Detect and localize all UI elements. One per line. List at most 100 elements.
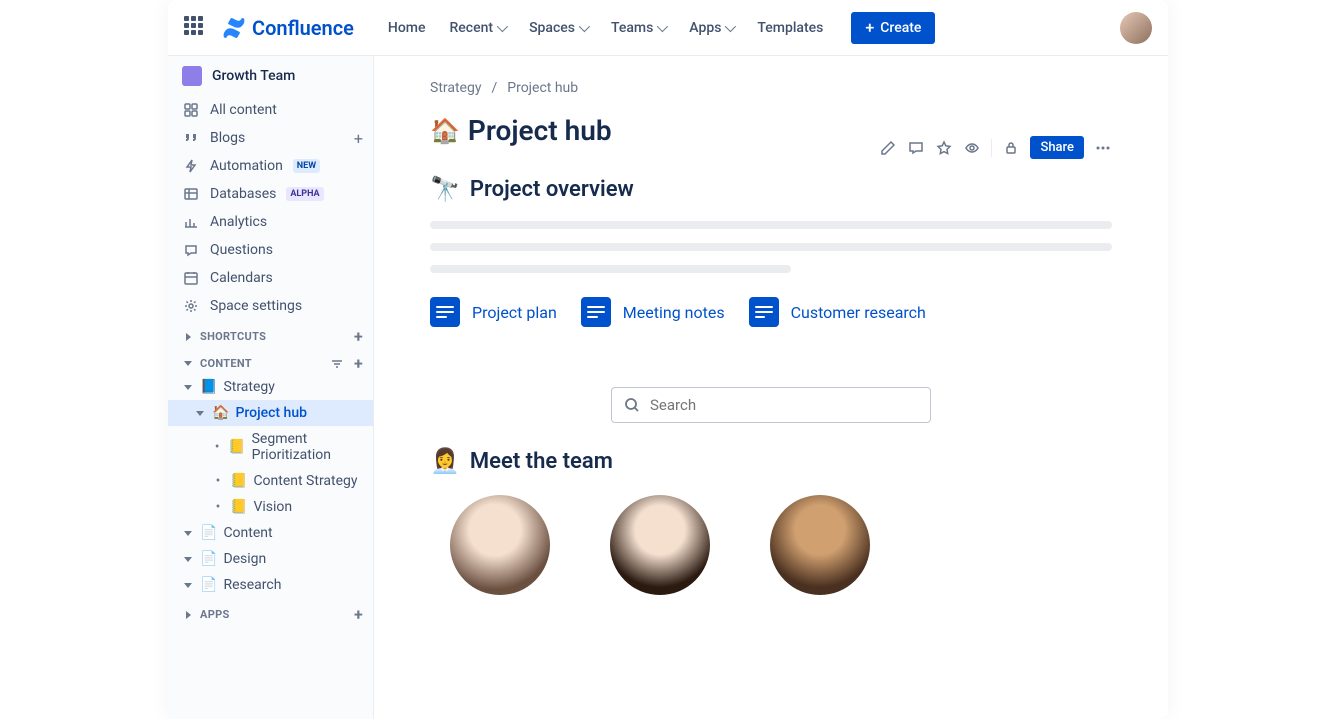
top-navigation: Confluence Home Recent Spaces Teams Apps… bbox=[168, 0, 1168, 56]
watch-icon[interactable] bbox=[963, 139, 981, 157]
bullet-icon: • bbox=[212, 439, 222, 455]
more-icon[interactable] bbox=[1094, 139, 1112, 157]
sidebar-item-questions[interactable]: Questions bbox=[168, 236, 373, 264]
sidebar-item-blogs[interactable]: Blogs + bbox=[168, 124, 373, 152]
nav-templates[interactable]: Templates bbox=[747, 14, 833, 42]
gear-icon bbox=[182, 298, 200, 314]
sidebar-item-all-content[interactable]: All content bbox=[168, 96, 373, 124]
app-switcher-icon[interactable] bbox=[184, 16, 208, 40]
page-icon bbox=[749, 297, 779, 327]
sidebar-item-calendars[interactable]: Calendars bbox=[168, 264, 373, 292]
disclosure-icon[interactable] bbox=[182, 358, 194, 370]
create-button[interactable]: + Create bbox=[851, 12, 935, 44]
alpha-badge: ALPHA bbox=[286, 187, 323, 201]
nav-home[interactable]: Home bbox=[378, 14, 436, 42]
page-emoji: 📒 bbox=[230, 473, 247, 489]
tree-item-design[interactable]: 📄 Design bbox=[168, 546, 373, 572]
disclosure-icon[interactable] bbox=[182, 527, 194, 539]
disclosure-icon[interactable] bbox=[182, 553, 194, 565]
tree-item-content-strategy[interactable]: • 📒 Content Strategy bbox=[168, 468, 373, 494]
chevron-down-icon bbox=[579, 20, 590, 31]
search-input[interactable] bbox=[650, 396, 918, 414]
chevron-down-icon bbox=[725, 20, 736, 31]
add-icon[interactable]: + bbox=[354, 129, 363, 148]
filter-icon[interactable] bbox=[331, 358, 343, 370]
add-icon[interactable]: + bbox=[354, 605, 363, 624]
comment-icon[interactable] bbox=[907, 139, 925, 157]
bullet-icon: • bbox=[212, 473, 224, 489]
breadcrumb-parent[interactable]: Strategy bbox=[430, 80, 481, 96]
comment-icon bbox=[182, 242, 200, 258]
tree-item-research[interactable]: 📄 Research bbox=[168, 572, 373, 598]
team-member-avatar[interactable] bbox=[770, 495, 870, 595]
card-project-plan[interactable]: Project plan bbox=[430, 297, 557, 327]
sidebar-section-shortcuts: SHORTCUTS + bbox=[168, 320, 373, 347]
search-icon bbox=[624, 397, 640, 413]
edit-icon[interactable] bbox=[879, 139, 897, 157]
breadcrumb: Strategy / Project hub bbox=[430, 80, 1112, 96]
section-emoji: 🔭 bbox=[430, 175, 460, 203]
search-box[interactable] bbox=[611, 387, 931, 423]
tree-item-project-hub[interactable]: 🏠 Project hub bbox=[168, 400, 373, 426]
skeleton-line bbox=[430, 243, 1112, 251]
add-icon[interactable]: + bbox=[354, 354, 363, 373]
tree-item-segment-prioritization[interactable]: • 📒 Segment Prioritization bbox=[168, 426, 373, 468]
skeleton-line bbox=[430, 265, 791, 273]
sidebar-item-automation[interactable]: Automation NEW bbox=[168, 152, 373, 180]
page-icon bbox=[581, 297, 611, 327]
card-customer-research[interactable]: Customer research bbox=[749, 297, 926, 327]
card-meeting-notes[interactable]: Meeting notes bbox=[581, 297, 725, 327]
bolt-icon bbox=[182, 158, 200, 174]
sidebar-item-analytics[interactable]: Analytics bbox=[168, 208, 373, 236]
section-project-overview: 🔭 Project overview bbox=[430, 175, 1112, 203]
tree-item-content[interactable]: 📄 Content bbox=[168, 520, 373, 546]
share-button[interactable]: Share bbox=[1030, 136, 1084, 159]
page-title-emoji: 🏠 bbox=[430, 117, 460, 145]
space-header[interactable]: Growth Team bbox=[168, 56, 373, 96]
sidebar-section-content: CONTENT + bbox=[168, 347, 373, 374]
tree-item-strategy[interactable]: 📘 Strategy bbox=[168, 374, 373, 400]
page-emoji: 📒 bbox=[230, 499, 247, 515]
new-badge: NEW bbox=[293, 159, 320, 173]
grid-icon bbox=[182, 102, 200, 118]
section-emoji: 👩‍💼 bbox=[430, 447, 460, 475]
space-icon bbox=[182, 66, 202, 86]
sidebar-item-databases[interactable]: Databases ALPHA bbox=[168, 180, 373, 208]
lock-icon[interactable] bbox=[1002, 139, 1020, 157]
disclosure-icon[interactable] bbox=[182, 331, 194, 343]
sidebar-item-space-settings[interactable]: Space settings bbox=[168, 292, 373, 320]
add-icon[interactable]: + bbox=[354, 327, 363, 346]
team-member-avatar[interactable] bbox=[450, 495, 550, 595]
bullet-icon: • bbox=[212, 499, 224, 515]
chevron-down-icon bbox=[657, 20, 668, 31]
page-emoji: 🏠 bbox=[212, 405, 229, 421]
space-name: Growth Team bbox=[212, 68, 295, 84]
nav-apps[interactable]: Apps bbox=[679, 14, 743, 42]
plus-icon: + bbox=[865, 20, 874, 36]
disclosure-icon[interactable] bbox=[194, 407, 206, 419]
quote-icon bbox=[182, 130, 200, 146]
confluence-logo[interactable]: Confluence bbox=[222, 16, 354, 40]
page-emoji: 📘 bbox=[200, 379, 217, 395]
disclosure-icon[interactable] bbox=[182, 609, 194, 621]
nav-recent[interactable]: Recent bbox=[439, 14, 515, 42]
main-content: Strategy / Project hub Share 🏠 Project h… bbox=[374, 56, 1168, 719]
profile-avatar[interactable] bbox=[1120, 12, 1152, 44]
page-emoji: 📄 bbox=[200, 525, 217, 541]
star-icon[interactable] bbox=[935, 139, 953, 157]
disclosure-icon[interactable] bbox=[182, 579, 194, 591]
page-emoji: 📒 bbox=[228, 439, 245, 455]
section-meet-team: 👩‍💼 Meet the team bbox=[430, 447, 1112, 475]
disclosure-icon[interactable] bbox=[182, 381, 194, 393]
calendar-icon bbox=[182, 270, 200, 286]
product-name: Confluence bbox=[252, 16, 354, 40]
team-member-avatar[interactable] bbox=[610, 495, 710, 595]
page-icon bbox=[430, 297, 460, 327]
page-emoji: 📄 bbox=[200, 551, 217, 567]
tree-item-vision[interactable]: • 📒 Vision bbox=[168, 494, 373, 520]
nav-spaces[interactable]: Spaces bbox=[519, 14, 597, 42]
nav-teams[interactable]: Teams bbox=[601, 14, 675, 42]
chevron-down-icon bbox=[497, 20, 508, 31]
database-icon bbox=[182, 186, 200, 202]
card-row: Project plan Meeting notes Customer rese… bbox=[430, 297, 1112, 327]
